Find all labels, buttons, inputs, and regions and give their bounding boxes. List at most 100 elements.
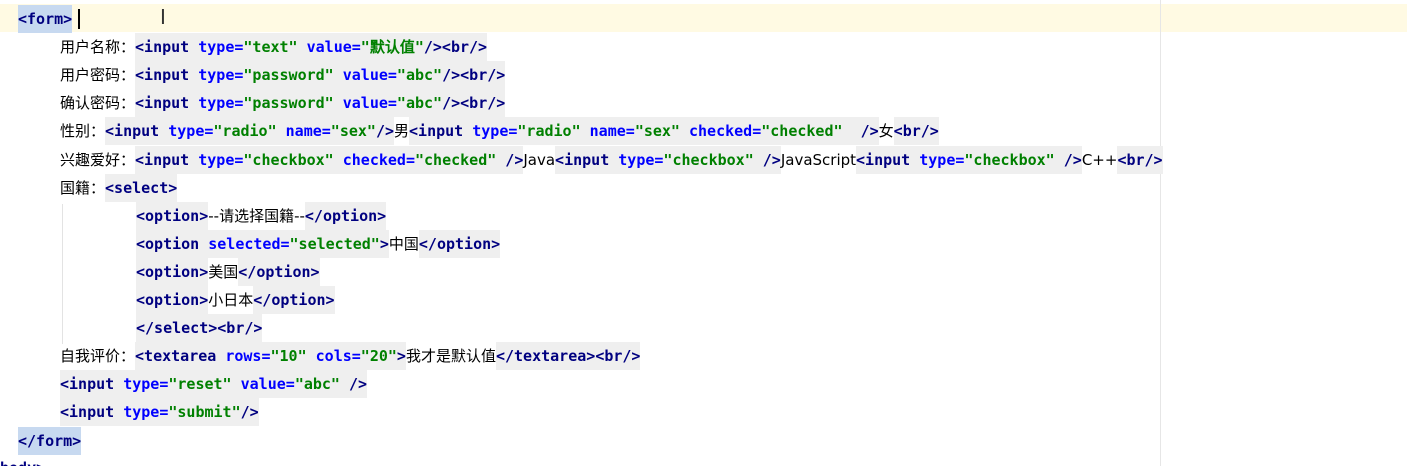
code-token: value= [342,61,397,90]
code-line[interactable]: 性别：<input type="radio" name="sex"/>男<inp… [60,117,939,146]
code-token: "checkbox" [663,145,763,174]
code-token: C++ [1081,150,1118,169]
code-line[interactable]: <input type="submit"/> [60,398,259,427]
code-token: /> [423,33,442,62]
code-line[interactable]: <option selected="selected">中国</option> [136,229,501,258]
code-token: type= [198,33,244,62]
code-token: 男 [394,122,410,141]
code-token: /> [375,117,395,146]
code-token: <option> [136,257,209,286]
code-token: <input [135,145,199,174]
code-token: "reset" [168,370,241,399]
code-line[interactable]: 用户密码：<input type="password" value="abc"/… [60,61,506,90]
code-token: <input [135,89,199,118]
code-token: /> [1063,145,1082,174]
indent-guide [62,204,63,344]
code-token: "20" [360,342,397,371]
code-token: checked= [342,145,415,174]
code-token: </option> [418,229,501,258]
code-token: <br/> [441,33,488,62]
code-token: /> [349,370,368,399]
code-token: 确认密码： [60,94,136,113]
code-token: "checkbox" [243,145,343,174]
code-token: "abc" [396,61,443,90]
code-token: selected= [208,229,290,258]
code-token: /> [762,145,781,174]
code-token: <input [555,145,619,174]
code-line[interactable]: 自我评价：<textarea rows="10" cols="20">我才是默认… [60,342,641,371]
code-token: > [379,229,389,258]
code-token: /> [860,117,879,146]
code-token: <br/> [1117,145,1163,174]
code-line[interactable]: <option>美国</option> [136,257,320,286]
code-line[interactable]: <form> [18,5,73,33]
code-token: > [396,342,406,371]
code-token: "10" [270,342,316,371]
code-line[interactable]: 国籍：<select> [60,173,178,202]
ibeam-cursor-icon: I [160,5,166,29]
code-token: "checked" [414,145,506,174]
code-token: <textarea [135,342,226,371]
code-token: <br/> [460,61,506,90]
code-line[interactable]: <option>--请选择国籍--</option> [136,201,387,230]
code-token: type= [198,61,244,90]
code-line[interactable]: <input type="reset" value="abc" /> [60,370,368,399]
code-token: </textarea> [495,342,596,371]
code-token: type= [472,117,518,146]
code-token: </option> [304,201,387,230]
code-token: <input [135,33,199,62]
code-token: <input [60,370,124,399]
code-token: 兴趣爱好： [60,150,136,169]
code-token: --请选择国籍-- [208,206,305,225]
code-token: 我才是默认值 [405,347,496,366]
code-token: <br/> [460,89,506,118]
code-token: </option> [238,257,320,286]
code-token: /> [442,61,461,90]
code-token: cols= [315,342,361,371]
code-line[interactable]: <option>小日本</option> [136,286,335,314]
code-token: type= [198,145,244,174]
code-token: "radio" [213,117,286,146]
code-token: "checkbox" [964,145,1064,174]
code-editor[interactable]: <form> 用户名称：<input type="text" value="默认值… [0,0,1407,466]
code-token: "sex" [330,117,376,146]
code-token: 国籍： [60,178,106,197]
code-line[interactable]: </select><br/> [136,314,263,343]
code-token: type= [618,145,664,174]
code-line[interactable]: </form> [18,426,82,455]
code-token: "text" [243,33,307,62]
code-token: <form> [18,5,73,33]
code-line[interactable]: 兴趣爱好：<input type="checkbox" checked="che… [60,145,1163,174]
code-line[interactable]: 确认密码：<input type="password" value="abc"/… [60,89,506,118]
code-token: 自我评价： [60,347,136,366]
text-caret [78,9,80,29]
code-token: rows= [225,342,271,371]
code-token: <input [105,117,169,146]
code-token: <option> [136,286,209,314]
current-line-highlight [0,4,1407,32]
code-token: "password" [243,61,343,90]
code-token: name= [589,117,635,146]
code-token: Java [523,150,556,169]
code-token: 用户名称： [60,38,136,57]
code-token: <input [135,61,199,90]
code-token: <select> [105,173,178,202]
code-token: value= [306,33,361,62]
code-token: type= [919,145,965,174]
code-token: "checked" [761,117,861,146]
code-token: /> [240,398,259,427]
code-token: checked= [689,117,762,146]
code-token: <br/> [217,314,263,343]
code-token: <input [856,145,920,174]
code-token: /> [505,145,524,174]
code-token: <br/> [595,342,641,371]
code-token: /> [442,89,461,118]
code-token: </option> [253,286,335,314]
code-token: "password" [243,89,343,118]
code-line[interactable]: 用户名称：<input type="text" value="默认值"/><br… [60,33,488,62]
code-token: "sex" [634,117,689,146]
code-token: 用户密码： [60,66,136,85]
code-token: type= [123,370,169,399]
code-token: JavaScript [780,150,857,169]
code-token: type= [168,117,214,146]
